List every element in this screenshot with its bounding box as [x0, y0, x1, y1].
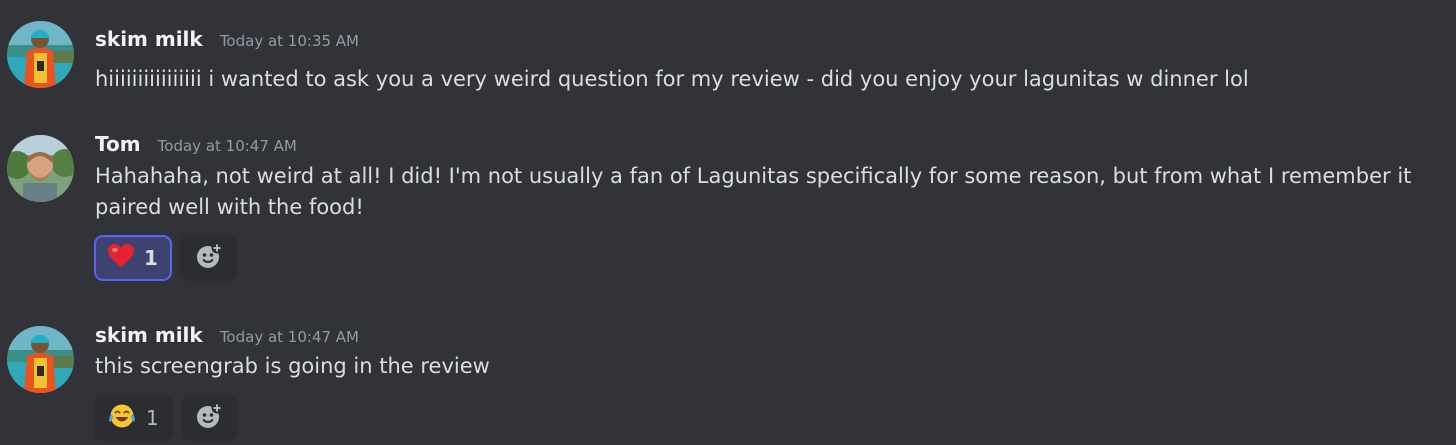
avatar[interactable] [7, 326, 74, 393]
username[interactable]: Tom [95, 132, 141, 156]
username[interactable]: skim milk [95, 27, 203, 51]
reaction-joy[interactable]: 1 [94, 395, 173, 441]
timestamp: Today at 10:47 AM [219, 328, 360, 346]
reaction-count: 1 [144, 246, 158, 270]
reactions-bar: 1 [94, 395, 238, 441]
timestamp: Today at 10:35 AM [219, 32, 360, 50]
heart-emoji-icon [108, 244, 135, 272]
joy-emoji-icon [108, 403, 136, 433]
reactions-bar: 1 [94, 235, 237, 281]
reaction-count: 1 [146, 406, 159, 430]
add-reaction-icon [195, 402, 223, 434]
message-text: Hahahaha, not weird at all! I did! I'm n… [95, 164, 1412, 219]
username[interactable]: skim milk [95, 323, 203, 347]
add-reaction-button[interactable] [180, 395, 238, 441]
timestamp: Today at 10:47 AM [157, 137, 297, 155]
message-text: hiiiiiiiiiiiiiiii i wanted to ask you a … [95, 67, 1249, 91]
chat-messages: skim milk Today at 10:35 AM hiiiiiiiiiii… [0, 0, 1456, 445]
avatar[interactable] [7, 135, 74, 202]
reaction-heart[interactable]: 1 [94, 235, 172, 281]
message-text: this screengrab is going in the review [95, 354, 490, 378]
add-reaction-button[interactable] [180, 235, 237, 281]
avatar[interactable] [7, 21, 74, 88]
add-reaction-icon [195, 242, 223, 274]
